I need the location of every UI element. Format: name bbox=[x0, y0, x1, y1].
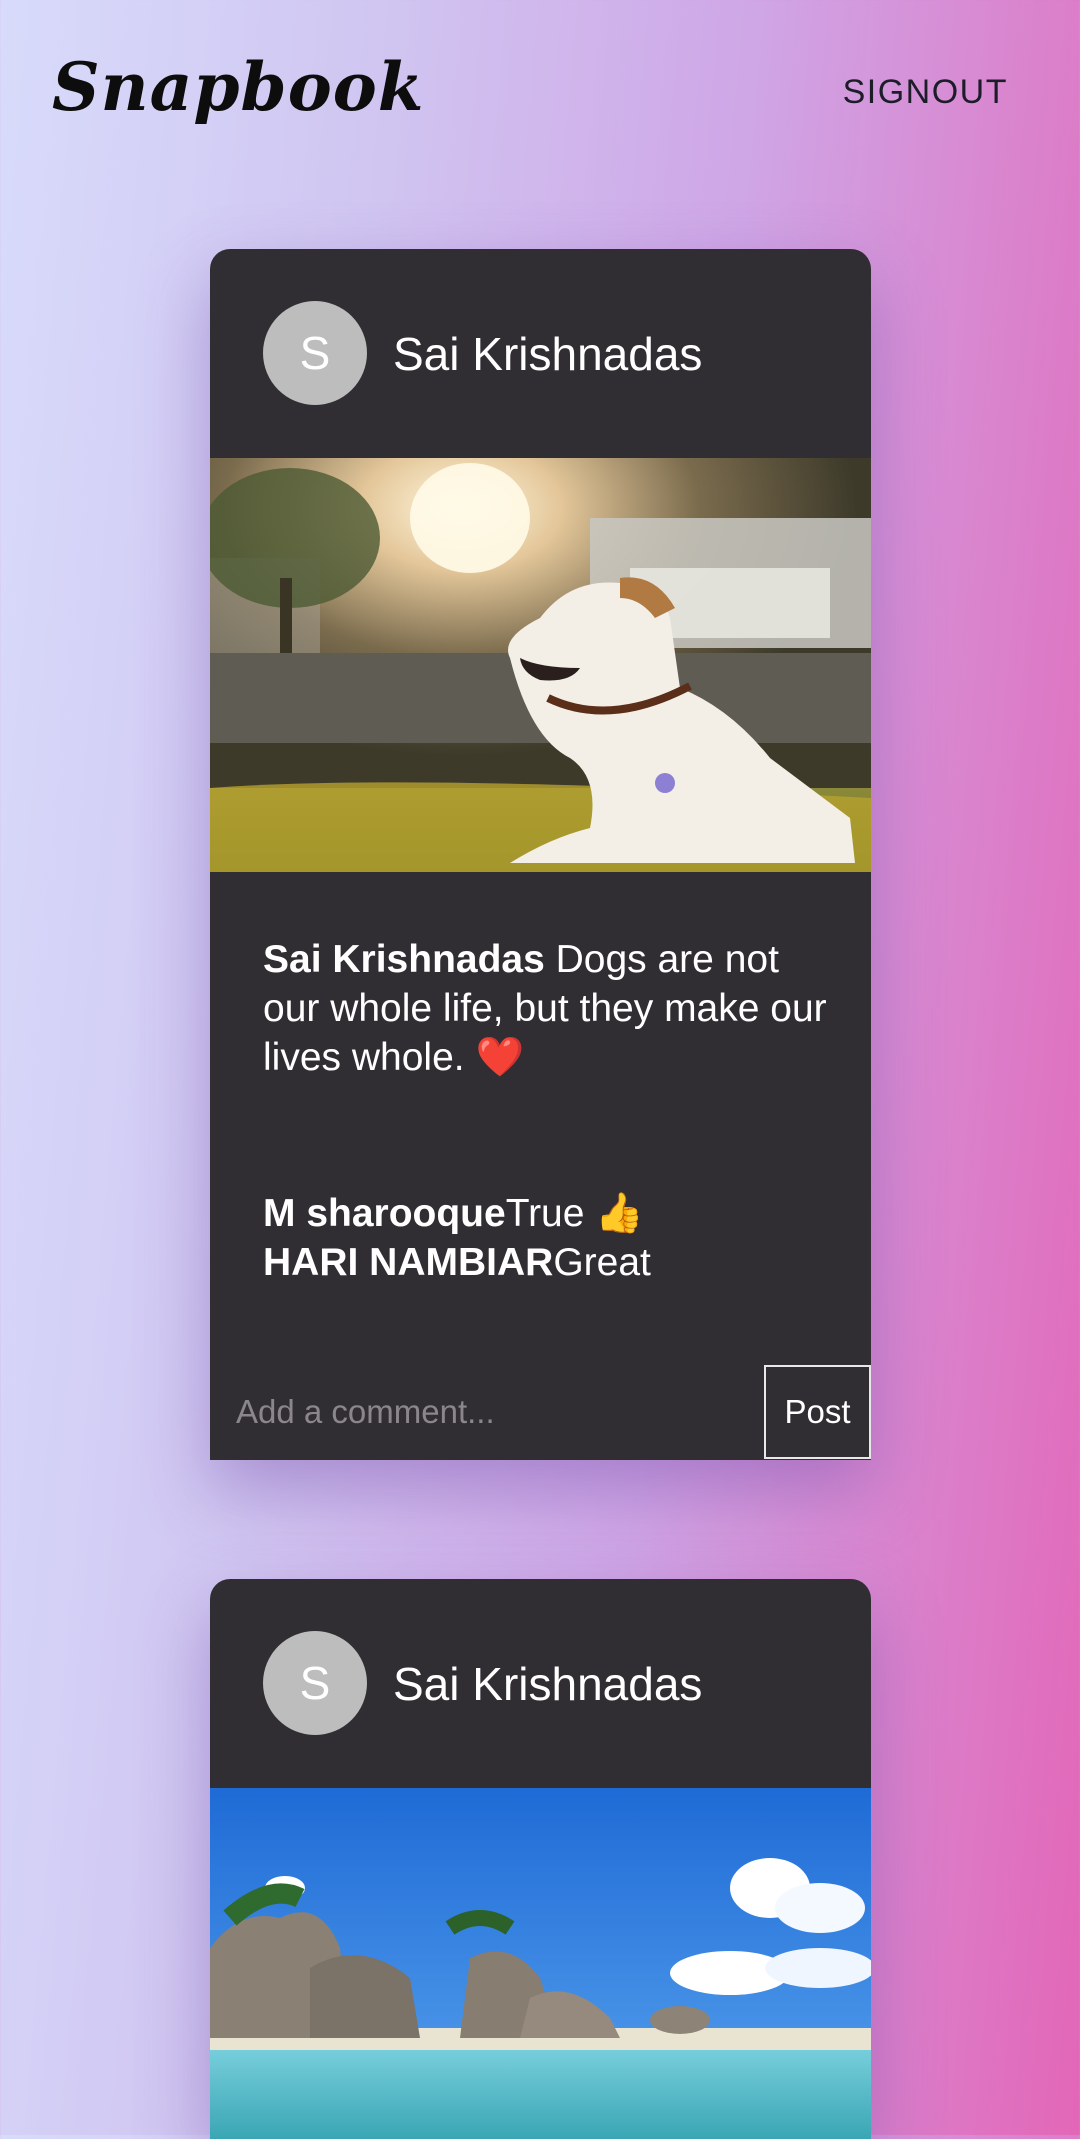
post-username[interactable]: Sai Krishnadas bbox=[393, 327, 702, 381]
post-card: S Sai Krishnadas bbox=[210, 249, 871, 1460]
app-logo[interactable]: Snapbook bbox=[52, 48, 424, 126]
caption-author[interactable]: Sai Krishnadas bbox=[263, 938, 545, 981]
post-username[interactable]: Sai Krishnadas bbox=[393, 1657, 702, 1711]
comment-form: Post bbox=[210, 1365, 871, 1459]
comment-text: True 👍 bbox=[505, 1192, 644, 1235]
comment: HARI NAMBIARGreat bbox=[263, 1238, 843, 1287]
comment: M sharooqueTrue 👍 bbox=[263, 1189, 843, 1238]
avatar[interactable]: S bbox=[263, 1631, 367, 1735]
comment-text: Great bbox=[553, 1241, 651, 1284]
post-image bbox=[210, 1788, 871, 2139]
comment-list: M sharooqueTrue 👍 HARI NAMBIARGreat bbox=[263, 1189, 843, 1287]
comment-author[interactable]: M sharooque bbox=[263, 1192, 506, 1235]
beach-photo bbox=[210, 1788, 871, 2139]
dog-photo bbox=[210, 458, 871, 872]
post-image bbox=[210, 458, 871, 872]
comment-input[interactable] bbox=[210, 1365, 766, 1459]
comment-author[interactable]: HARI NAMBIAR bbox=[263, 1241, 553, 1284]
avatar[interactable]: S bbox=[263, 301, 367, 405]
post-caption: Sai Krishnadas Dogs are not our whole li… bbox=[263, 935, 843, 1082]
signout-button[interactable]: SIGNOUT bbox=[843, 73, 1008, 112]
post-comment-button[interactable]: Post bbox=[764, 1365, 871, 1459]
post-card: S Sai Krishnadas bbox=[210, 1579, 871, 2139]
app-header: Snapbook SIGNOUT bbox=[0, 0, 1080, 190]
post-header: S Sai Krishnadas bbox=[210, 249, 871, 458]
post-header: S Sai Krishnadas bbox=[210, 1579, 871, 1788]
heart-emoji: ❤️ bbox=[475, 1036, 524, 1079]
